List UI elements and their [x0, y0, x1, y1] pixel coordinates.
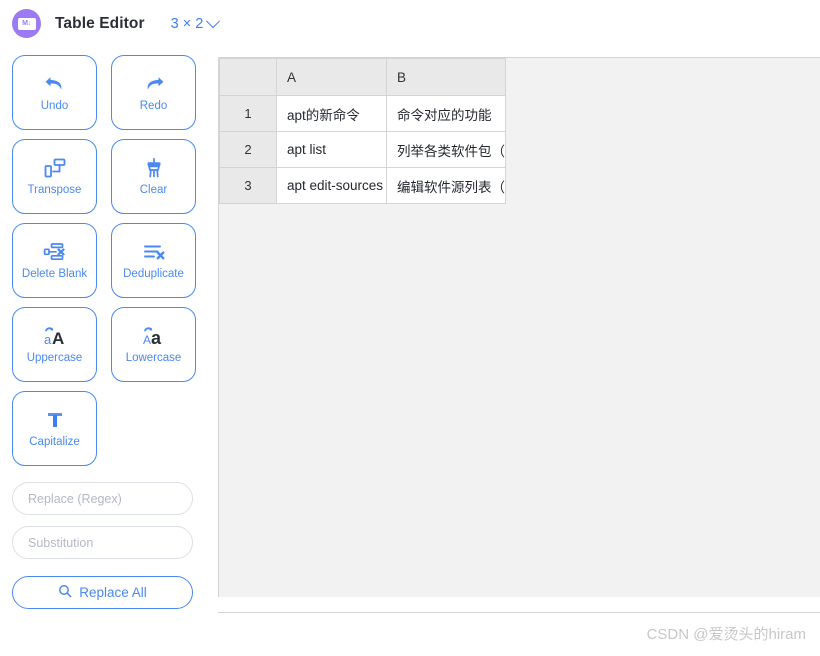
column-header-row: A B	[219, 58, 506, 96]
column-header-a[interactable]: A	[276, 58, 387, 96]
table-row: 2 apt list 列举各类软件包（	[219, 131, 506, 168]
svg-text:A: A	[52, 329, 64, 347]
delete-blank-rows-icon	[42, 240, 68, 264]
replace-all-button[interactable]: Replace All	[12, 576, 193, 609]
cell-b2[interactable]: 列举各类软件包（	[386, 131, 506, 168]
substitution-input[interactable]	[12, 526, 193, 559]
delete-blank-button[interactable]: Delete Blank	[12, 223, 97, 298]
clear-label: Clear	[139, 184, 168, 197]
tool-button-grid: Undo Redo Transpose Clear Delete Blank D…	[12, 55, 210, 466]
app-header: M↓ Table Editor 3 × 2	[0, 0, 820, 47]
redo-arrow-icon	[142, 72, 166, 96]
capitalize-label: Capitalize	[29, 436, 80, 449]
replace-regex-input[interactable]	[12, 482, 193, 515]
transpose-button[interactable]: Transpose	[12, 139, 97, 214]
delete-blank-label: Delete Blank	[21, 268, 88, 281]
redo-button[interactable]: Redo	[111, 55, 196, 130]
transpose-label: Transpose	[27, 184, 82, 197]
lowercase-Aa-icon: A a	[139, 324, 169, 348]
capitalize-T-icon	[43, 408, 67, 432]
uppercase-aA-icon: a A	[40, 324, 70, 348]
row-header-1[interactable]: 1	[219, 95, 277, 132]
deduplicate-lines-icon	[141, 240, 167, 264]
chevron-down-icon	[206, 13, 221, 28]
cell-a3[interactable]: apt edit-sources	[276, 167, 387, 204]
row-header-2[interactable]: 2	[219, 131, 277, 168]
row-header-3[interactable]: 3	[219, 167, 277, 204]
spreadsheet-grid: A B 1 apt的新命令 命令对应的功能 2 apt list 列举各类软件包…	[219, 58, 506, 204]
cell-b1[interactable]: 命令对应的功能	[386, 95, 506, 132]
cell-a1[interactable]: apt的新命令	[276, 95, 387, 132]
redo-label: Redo	[139, 100, 168, 113]
table-dimensions-label: 3 × 2	[170, 15, 204, 32]
cell-b3[interactable]: 编辑软件源列表（	[386, 167, 506, 204]
table-row: 3 apt edit-sources 编辑软件源列表（	[219, 167, 506, 204]
deduplicate-label: Deduplicate	[123, 268, 184, 281]
broom-icon	[142, 156, 166, 180]
page-title: Table Editor	[55, 14, 145, 32]
markdown-logo-icon: M↓	[12, 9, 41, 38]
svg-text:A: A	[143, 333, 151, 347]
svg-text:a: a	[44, 332, 52, 347]
uppercase-label: Uppercase	[26, 352, 83, 365]
grid-corner-cell[interactable]	[219, 58, 277, 96]
undo-button[interactable]: Undo	[12, 55, 97, 130]
capitalize-button[interactable]: Capitalize	[12, 391, 97, 466]
undo-arrow-icon	[43, 72, 67, 96]
deduplicate-button[interactable]: Deduplicate	[111, 223, 196, 298]
transpose-icon	[43, 156, 67, 180]
uppercase-button[interactable]: a A Uppercase	[12, 307, 97, 382]
lowercase-label: Lowercase	[125, 352, 182, 365]
search-icon	[58, 584, 72, 601]
table-dimensions-dropdown[interactable]: 3 × 2	[170, 13, 221, 32]
svg-text:a: a	[151, 328, 162, 347]
column-header-b[interactable]: B	[386, 58, 506, 96]
horizontal-scrollbar-track[interactable]	[218, 597, 820, 613]
cell-a2[interactable]: apt list	[276, 131, 387, 168]
tools-sidebar: Undo Redo Transpose Clear Delete Blank D…	[0, 47, 210, 656]
markdown-logo-text: M↓	[17, 17, 36, 30]
table-row: 1 apt的新命令 命令对应的功能	[219, 95, 506, 132]
table-header-row-group: A B	[219, 58, 506, 96]
clear-button[interactable]: Clear	[111, 139, 196, 214]
watermark: CSDN @爱烫头的hiram	[646, 626, 806, 643]
replace-all-label: Replace All	[79, 585, 147, 600]
table-body: 1 apt的新命令 命令对应的功能 2 apt list 列举各类软件包（ 3 …	[219, 95, 506, 204]
spreadsheet-panel[interactable]: A B 1 apt的新命令 命令对应的功能 2 apt list 列举各类软件包…	[218, 57, 820, 613]
undo-label: Undo	[40, 100, 69, 113]
lowercase-button[interactable]: A a Lowercase	[111, 307, 196, 382]
data-table: A B 1 apt的新命令 命令对应的功能 2 apt list 列举各类软件包…	[219, 58, 506, 204]
